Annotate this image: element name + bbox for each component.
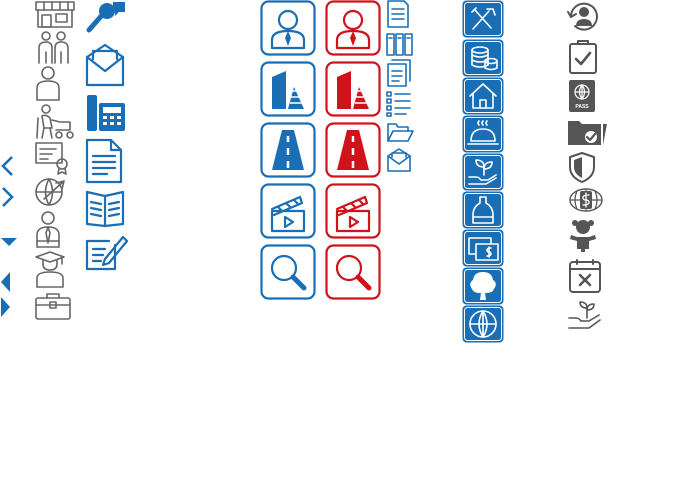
tools-icon [462,0,504,38]
buildings-icon [260,61,316,117]
search-icon [260,244,316,300]
binders-icon [386,32,414,56]
edit-note-icon [85,233,129,273]
calculator-phone-icon [85,93,127,133]
user-icon [260,0,316,56]
house-icon [462,77,504,115]
bottle-icon [462,191,504,229]
folder-check-icon [567,117,609,147]
document-icon [85,138,123,184]
globe-plane-icon [34,175,70,209]
store-icon [34,0,76,28]
open-book-icon [85,188,127,228]
elderly-walker-icon [34,104,76,140]
caret-left-icon[interactable] [0,271,12,293]
food-service-icon [462,115,504,153]
hand-sprout-icon [567,298,603,332]
microphone-chat-icon [85,0,127,36]
user-refresh-icon [567,0,603,34]
coins-icon [462,39,504,77]
plant-hand-icon [462,153,504,191]
chevron-right-icon[interactable] [0,186,16,208]
tree-icon [462,267,504,305]
folder-open-icon [386,121,414,143]
chevron-left-icon[interactable] [0,155,16,177]
envelope-icon [85,43,127,87]
graduate-icon [34,250,68,288]
road-icon [325,122,381,178]
passport-icon: PASS [567,79,597,113]
document-icon [386,0,412,28]
copy-icon [386,59,412,87]
envelope-open-icon [386,147,412,173]
buildings-icon [325,61,381,117]
certificate-icon [34,141,70,175]
clipboard-check-icon [567,39,599,75]
user-icon [325,0,381,56]
caret-right-icon[interactable] [0,296,12,318]
person-icon [34,66,64,102]
money-globe-icon [567,185,605,215]
payment-card-icon [462,229,504,267]
businessman-icon [34,211,64,249]
child-icon [567,219,599,253]
passport-label: PASS [575,104,589,110]
shield-icon [567,151,597,183]
list-icon [386,91,412,117]
family-icon [34,30,74,64]
clapperboard-icon [325,183,381,239]
calendar-cancel-icon [567,258,603,294]
search-icon [325,244,381,300]
clapperboard-icon [260,183,316,239]
caret-down-icon[interactable] [0,237,18,247]
briefcase-icon [34,291,72,321]
road-icon [260,122,316,178]
global-community-icon [462,305,504,343]
